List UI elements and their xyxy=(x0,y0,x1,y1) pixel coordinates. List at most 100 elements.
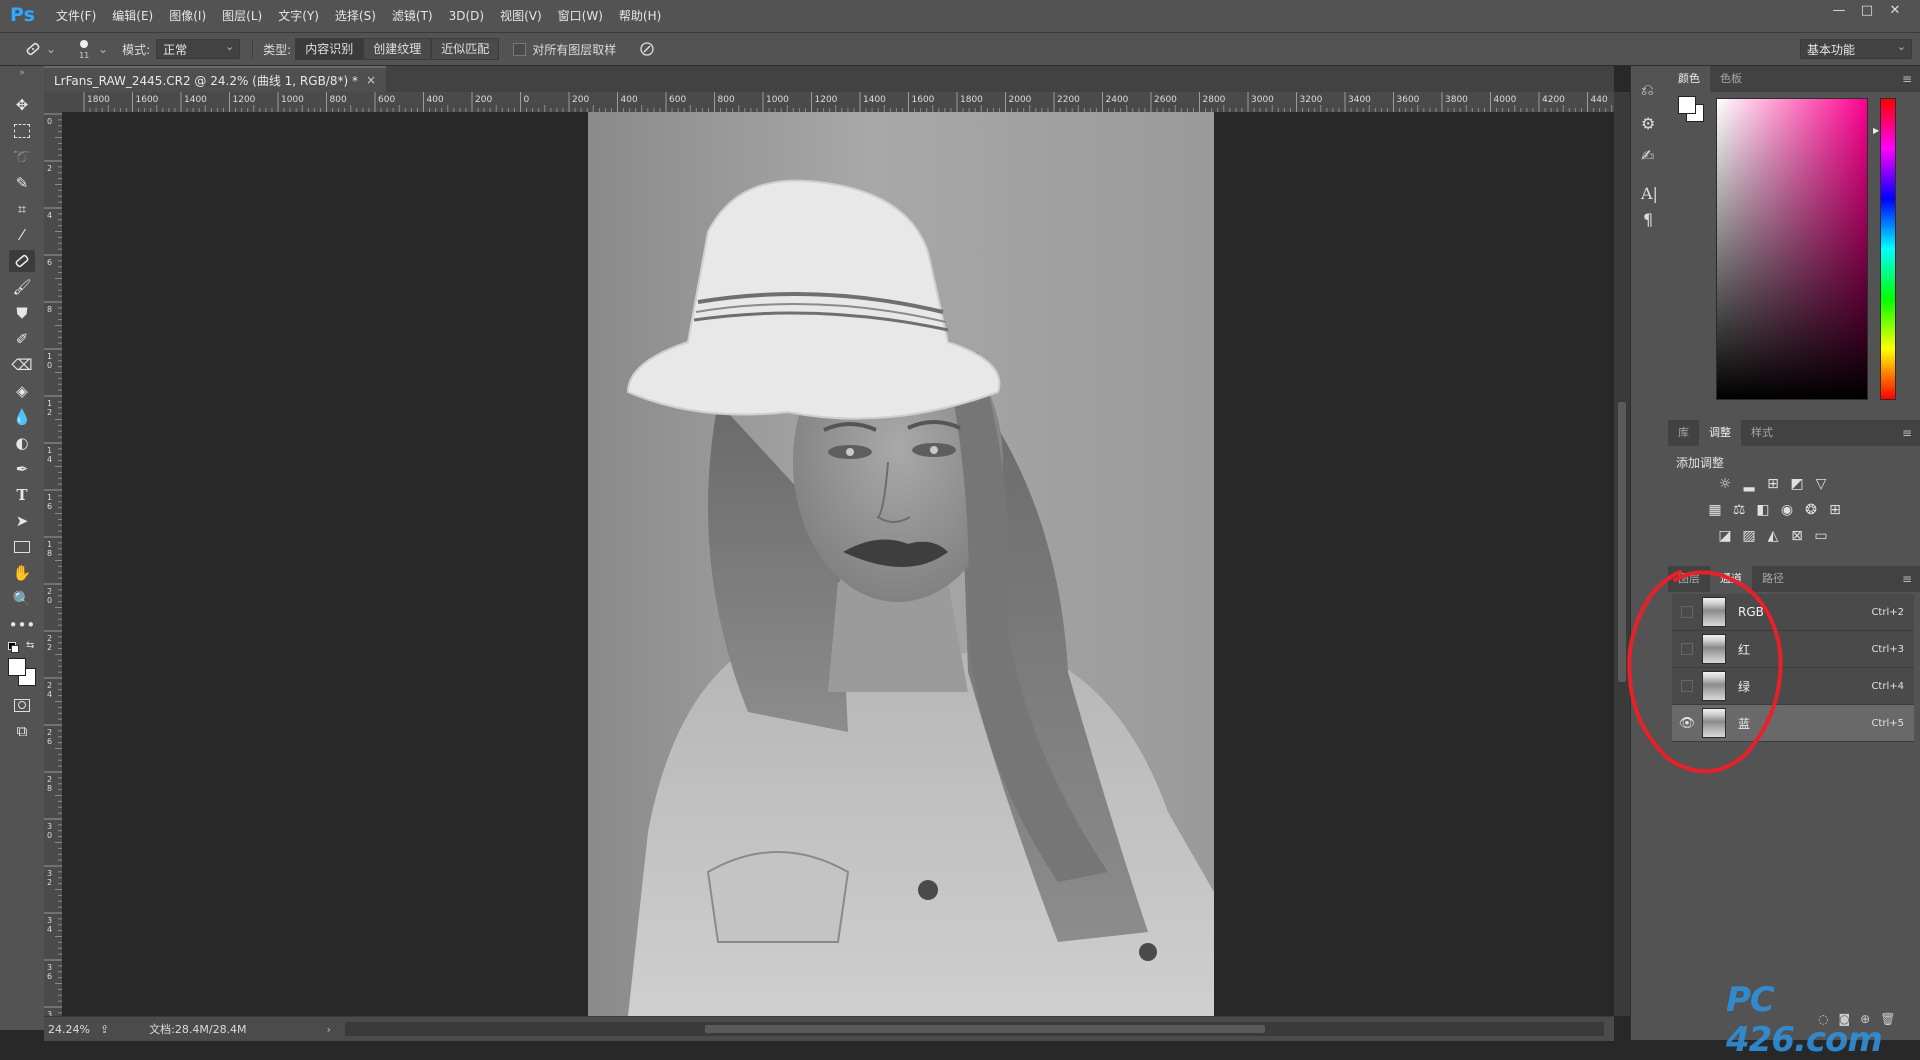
zoom-level[interactable]: 24.24% xyxy=(48,1023,90,1036)
hand-tool-icon[interactable]: ✋ xyxy=(9,562,35,584)
brush-tool-icon[interactable]: 🖌 xyxy=(9,276,35,298)
tab-styles[interactable]: 样式 xyxy=(1741,420,1783,446)
maximize-button[interactable]: □ xyxy=(1854,2,1880,20)
dodge-tool-icon[interactable]: ◐ xyxy=(9,432,35,454)
adjustments-panel-menu-icon[interactable]: ≡ xyxy=(1902,426,1912,440)
spot-healing-brush-tool-icon[interactable] xyxy=(9,250,35,272)
brightness-contrast-icon[interactable]: ☼ xyxy=(1716,476,1734,492)
eyedropper-tool-icon[interactable]: ⁄ xyxy=(9,224,35,246)
close-tab-icon[interactable]: × xyxy=(366,73,376,87)
history-brush-tool-icon[interactable]: ✐ xyxy=(9,328,35,350)
eraser-tool-icon[interactable]: ⌫ xyxy=(9,354,35,376)
color-lookup-icon[interactable]: ⊞ xyxy=(1826,502,1844,518)
exposure-icon[interactable]: ◩ xyxy=(1788,476,1806,492)
brush-size-picker[interactable]: 11 xyxy=(74,36,94,62)
character-panel-icon[interactable]: A| xyxy=(1641,184,1658,203)
share-icon[interactable]: ⇪ xyxy=(100,1023,109,1036)
rectangle-tool-icon[interactable] xyxy=(9,536,35,558)
invert-icon[interactable]: ◪ xyxy=(1716,528,1734,544)
menu-filter[interactable]: 滤镜(T) xyxy=(384,0,441,32)
menu-image[interactable]: 图像(I) xyxy=(161,0,214,32)
paint-bucket-tool-icon[interactable]: ◈ xyxy=(9,380,35,402)
tab-adjustments[interactable]: 调整 xyxy=(1699,420,1741,446)
ruler-horizontal[interactable]: 1800 1600 1400 1200 1000 800 600 400 200 0 200 400 6… xyxy=(62,92,1614,113)
workspace-select[interactable]: 基本功能 xyxy=(1800,37,1912,59)
paragraph-panel-icon[interactable]: ¶ xyxy=(1643,210,1653,229)
menu-3d[interactable]: 3D(D) xyxy=(441,0,492,32)
type-proximity-match-button[interactable]: 近似匹配 xyxy=(431,38,500,60)
menu-window[interactable]: 窗口(W) xyxy=(550,0,611,32)
path-selection-tool-icon[interactable]: ➤ xyxy=(9,510,35,532)
default-colors-icon[interactable] xyxy=(8,642,19,653)
clone-stamp-tool-icon[interactable]: ⛊ xyxy=(9,302,35,324)
foreground-color-swatch[interactable] xyxy=(8,658,26,676)
document-canvas[interactable] xyxy=(62,112,1614,1016)
color-panel-menu-icon[interactable]: ≡ xyxy=(1902,72,1912,86)
menu-layer[interactable]: 图层(L) xyxy=(214,0,270,32)
panel-foreground-swatch[interactable] xyxy=(1678,96,1696,114)
menu-view[interactable]: 视图(V) xyxy=(492,0,550,32)
ruler-origin[interactable] xyxy=(44,92,63,113)
marquee-tool-icon[interactable] xyxy=(9,120,35,142)
horizontal-scrollbar[interactable] xyxy=(344,1022,1604,1036)
color-swatches[interactable] xyxy=(8,658,36,686)
pressure-size-icon[interactable] xyxy=(638,40,656,58)
lasso-tool-icon[interactable]: ➰ xyxy=(9,146,35,168)
posterize-icon[interactable]: ▨ xyxy=(1740,528,1758,544)
swap-colors-icon[interactable]: ⇆ xyxy=(26,640,34,651)
tool-preset-chevron-icon[interactable]: ⌄ xyxy=(46,42,56,56)
tab-libraries[interactable]: 库 xyxy=(1668,420,1699,446)
menu-edit[interactable]: 编辑(E) xyxy=(104,0,161,32)
selective-color-icon[interactable]: ⊠ xyxy=(1788,528,1806,544)
quick-selection-tool-icon[interactable]: ✎ xyxy=(9,172,35,194)
vertical-scrollbar[interactable] xyxy=(1614,92,1630,1016)
black-white-icon[interactable]: ◧ xyxy=(1754,502,1772,518)
tab-color[interactable]: 颜色 xyxy=(1668,66,1710,92)
brush-settings-panel-icon[interactable]: ✍ xyxy=(1641,146,1654,165)
color-panel-swatches[interactable] xyxy=(1678,96,1706,124)
pen-tool-icon[interactable]: ✒ xyxy=(9,458,35,480)
menu-file[interactable]: 文件(F) xyxy=(48,0,104,32)
horizontal-scroll-thumb[interactable] xyxy=(704,1025,1265,1033)
type-tool-icon[interactable]: T xyxy=(9,484,35,506)
sample-all-layers-checkbox[interactable] xyxy=(513,42,527,56)
levels-icon[interactable]: ▂ xyxy=(1740,476,1758,492)
hue-slider[interactable] xyxy=(1880,98,1896,400)
healing-brush-icon[interactable] xyxy=(22,38,44,60)
hue-saturation-icon[interactable]: ▦ xyxy=(1706,502,1724,518)
mode-select[interactable]: 正常 xyxy=(156,37,241,59)
brush-picker-chevron-icon[interactable]: ⌄ xyxy=(98,42,108,56)
properties-panel-icon[interactable]: ⚙ xyxy=(1641,114,1655,133)
close-button[interactable]: ✕ xyxy=(1882,2,1908,20)
channels-panel-menu-icon[interactable]: ≡ xyxy=(1902,572,1912,586)
move-tool-icon[interactable]: ✥ xyxy=(9,94,35,116)
gradient-map-icon[interactable]: ▭ xyxy=(1812,528,1830,544)
menu-select[interactable]: 选择(S) xyxy=(327,0,384,32)
channel-mixer-icon[interactable]: ❂ xyxy=(1802,502,1820,518)
photo-filter-icon[interactable]: ◉ xyxy=(1778,502,1796,518)
document-tab[interactable]: LrFans_RAW_2445.CR2 @ 24.2% (曲线 1, RGB/8… xyxy=(44,66,387,92)
menu-help[interactable]: 帮助(H) xyxy=(611,0,669,32)
quick-mask-icon[interactable] xyxy=(9,694,35,716)
type-content-aware-button[interactable]: 内容识别 xyxy=(295,38,364,60)
more-tools-icon[interactable]: ••• xyxy=(9,614,36,636)
screen-mode-icon[interactable]: ⧉ xyxy=(9,720,35,742)
color-picker-field[interactable] xyxy=(1716,98,1868,400)
history-panel-icon[interactable]: ⎌ xyxy=(1641,80,1654,100)
tab-swatches[interactable]: 色板 xyxy=(1710,66,1752,92)
ruler-vertical[interactable]: 02468101214161820222426283032343638 xyxy=(44,112,63,1016)
curves-icon[interactable]: ⊞ xyxy=(1764,476,1782,492)
color-balance-icon[interactable]: ⚖ xyxy=(1730,502,1748,518)
hue-slider-marker-icon[interactable]: ▶ xyxy=(1873,126,1879,135)
portrait-photo[interactable] xyxy=(588,112,1214,1016)
blur-tool-icon[interactable]: 💧 xyxy=(9,406,35,428)
zoom-tool-icon[interactable]: 🔍 xyxy=(9,588,35,610)
threshold-icon[interactable]: ◭ xyxy=(1764,528,1782,544)
crop-tool-icon[interactable]: ⌗ xyxy=(9,198,35,220)
minimize-button[interactable]: — xyxy=(1826,2,1852,20)
collapse-toolbar-icon[interactable]: » xyxy=(9,68,35,78)
status-menu-arrow-icon[interactable]: › xyxy=(327,1023,331,1036)
vibrance-icon[interactable]: ▽ xyxy=(1812,476,1830,492)
menu-type[interactable]: 文字(Y) xyxy=(270,0,327,32)
type-create-texture-button[interactable]: 创建纹理 xyxy=(363,38,432,60)
